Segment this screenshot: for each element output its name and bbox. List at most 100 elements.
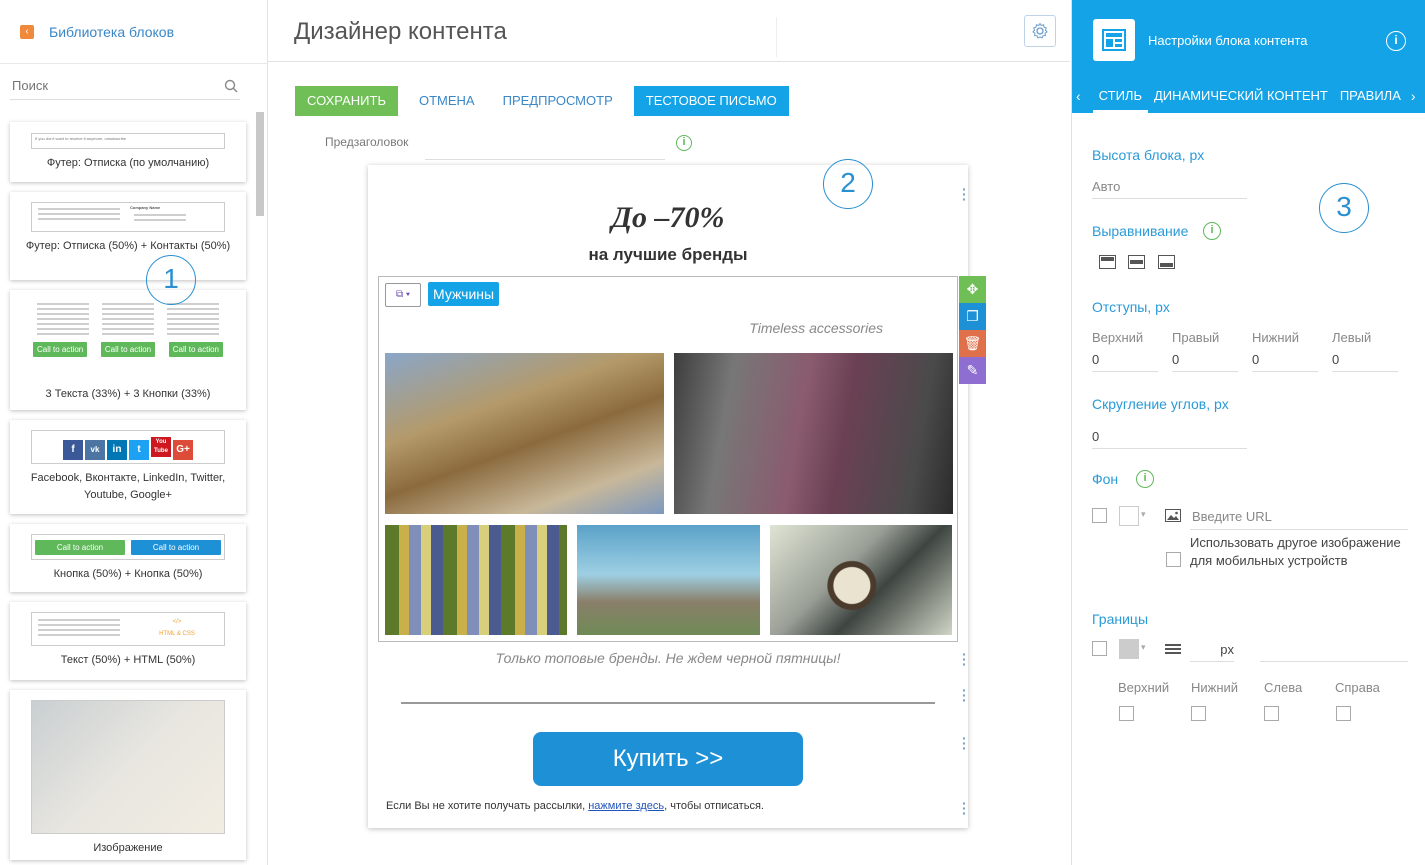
mobile-image-checkbox[interactable] [1166,552,1181,567]
library-card[interactable]: Изображение [10,690,246,860]
unsubscribe-link[interactable]: нажмите здесь [588,800,664,812]
search-input[interactable] [12,78,202,93]
preview-button[interactable]: Предпросмотр [491,86,625,116]
photo-jacket[interactable] [674,353,953,514]
toolbar: Сохранить Отмена Предпросмотр Тестовое п… [295,86,789,116]
tab-rules[interactable]: Правила [1334,78,1407,113]
info-icon[interactable]: i [1203,222,1221,240]
code-icon: </> [172,619,182,625]
library-card[interactable]: </> HTML & CSS Текст (50%) + HTML (50%) [10,602,246,680]
chevron-left-icon[interactable]: ‹ [1072,88,1085,104]
library-title: Библиотека блоков [49,23,175,40]
buy-button[interactable]: Купить >> [533,732,803,786]
background-url-input[interactable]: Введите URL [1190,506,1408,530]
preheader-input[interactable] [425,159,665,160]
chevron-down-icon[interactable]: ▾ [1141,642,1146,653]
delete-icon[interactable]: 🗑 [959,330,986,357]
drag-handle-icon[interactable]: · · · [962,182,967,206]
radius-input[interactable]: 0 [1092,427,1247,449]
unsubscribe-suffix: , чтобы отписаться. [664,800,764,812]
test-email-button[interactable]: Тестовое письмо [633,86,789,116]
photo-shirts[interactable] [385,525,567,635]
align-middle-icon[interactable] [1128,255,1145,269]
tab-dynamic-content[interactable]: Динамический контент [1148,78,1334,113]
library-scrollbar[interactable] [256,112,264,216]
library-header: ‹ Библиотека блоков [0,0,267,64]
align-bottom-icon[interactable] [1158,255,1175,269]
search-icon[interactable] [224,79,238,93]
edit-icon[interactable]: ✎ [959,357,986,384]
block-library: ‹ Библиотека блоков If you don't want to… [0,0,268,865]
settings-button[interactable] [1024,15,1056,47]
background-label: Фон [1092,471,1119,487]
info-icon[interactable]: i [1386,31,1406,51]
photo-couple[interactable] [385,353,664,514]
library-card[interactable]: Company Name Футер: Отписка (50%) + Конт… [10,192,246,280]
library-card[interactable]: Call to action Call to action Call to ac… [10,290,246,410]
info-icon[interactable]: i [1136,470,1154,488]
tab-style[interactable]: Стиль [1092,78,1148,113]
padding-right-input[interactable]: 0 [1172,350,1238,372]
collapse-icon[interactable]: ‹ [20,24,34,39]
divider [401,702,935,704]
drag-handle-icon[interactable]: · · · [962,796,967,820]
alignment-label: Выравнивание [1092,223,1189,239]
drag-handle-icon[interactable]: · · · [962,683,967,707]
border-right-checkbox[interactable] [1336,706,1351,721]
selected-block[interactable]: ⧉ ▾ Мужчины Timeless accessories [378,276,958,642]
border-style-input[interactable] [1260,661,1408,662]
promo-text[interactable]: Только топовые бренды. Не ждем черной пя… [368,650,968,666]
line-style-icon[interactable] [1165,644,1181,654]
padding-left-label: Левый [1332,330,1372,345]
cancel-button[interactable]: Отмена [407,86,487,116]
facebook-icon: f [63,440,83,460]
library-card[interactable]: If you don't want to receive it anymore,… [10,122,246,182]
library-card[interactable]: f vk in tYou Tube G+ Facebook, Вконтакте, Li… [10,420,246,514]
radius-label: Скругление углов, px [1092,396,1229,412]
email-headline[interactable]: До –70% [368,201,968,235]
callout-1: 1 [146,255,196,305]
background-checkbox[interactable] [1092,508,1107,523]
border-width-input[interactable]: px [1190,640,1234,662]
segment-tag[interactable]: Мужчины [428,282,500,306]
image-icon[interactable] [1165,509,1181,522]
chevron-down-icon[interactable]: ▾ [1141,509,1146,520]
border-color-picker[interactable] [1119,639,1139,659]
card-label: Facebook, Вконтакте, LinkedIn, Twitter, … [30,472,226,501]
thumb-text: Company Name [130,205,161,210]
chevron-right-icon[interactable]: › [1407,88,1420,104]
border-bottom-label: Нижний [1191,680,1239,695]
copy-icon[interactable]: ❐ [959,303,986,330]
save-button[interactable]: Сохранить [295,86,398,116]
thumb-text: HTML & CSS [159,631,195,637]
layout-icon [1093,19,1135,61]
library-card[interactable]: Call to action Call to action Кнопка (50… [10,524,246,592]
photo-rock[interactable] [577,525,760,635]
move-icon[interactable]: ✥ [959,276,986,303]
unsubscribe-prefix: Если Вы не хотите получать рассылки, [386,800,589,812]
dynamic-content-dropdown[interactable]: ⧉ ▾ [385,283,421,307]
borders-checkbox[interactable] [1092,641,1107,656]
photo-watch[interactable] [770,525,952,635]
padding-right-label: Правый [1172,330,1220,345]
padding-bottom-input[interactable]: 0 [1252,350,1318,372]
border-top-label: Верхний [1118,680,1170,695]
info-icon[interactable]: i [676,135,692,151]
gear-icon [1032,22,1048,39]
align-top-icon[interactable] [1099,255,1116,269]
thumb-text: If you don't want to receive it anymore,… [35,136,127,141]
padding-top-input[interactable]: 0 [1092,350,1158,372]
thumb-cta: Call to action [35,540,125,555]
padding-left-input[interactable]: 0 [1332,350,1398,372]
border-left-checkbox[interactable] [1264,706,1279,721]
mobile-image-label: Использовать другое изображение для моби… [1190,535,1401,568]
google-plus-icon: G+ [173,440,193,460]
thumb-cta: Call to action [131,540,221,555]
border-top-checkbox[interactable] [1119,706,1134,721]
unsubscribe-text: Если Вы не хотите получать рассылки, наж… [386,800,764,812]
border-bottom-checkbox[interactable] [1191,706,1206,721]
email-subheadline[interactable]: на лучшие бренды [368,245,968,265]
block-height-input[interactable]: Авто [1092,177,1247,199]
drag-handle-icon[interactable]: · · · [962,731,967,755]
color-picker[interactable] [1119,506,1139,526]
